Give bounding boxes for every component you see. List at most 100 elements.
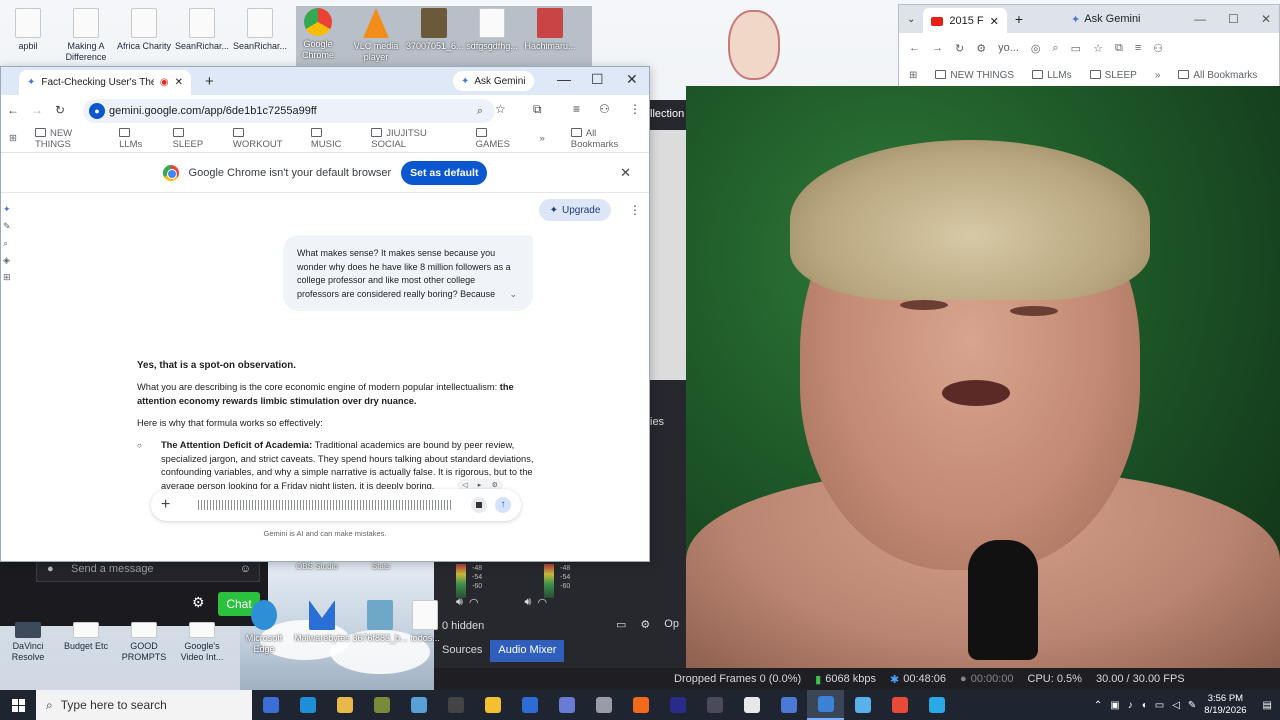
bookmark-folder[interactable]: MUSIC <box>310 127 353 150</box>
desktop-icon[interactable]: 37007051_6... <box>406 4 464 63</box>
new-chat-icon[interactable]: ✎ <box>3 218 13 235</box>
volume-icon[interactable]: 🔊︎ <box>456 596 463 609</box>
taskbar-app-icon[interactable] <box>844 690 881 720</box>
bookmark-folder[interactable]: JIUJITSU SOCIAL <box>371 127 457 150</box>
taskbar-app-icon[interactable] <box>733 690 770 720</box>
taskbar-app-icon[interactable] <box>585 690 622 720</box>
tab-active[interactable]: ✦ Fact-Checking User's Theor ◉ ✕ <box>19 70 191 95</box>
tab-sources[interactable]: Sources <box>434 640 490 662</box>
volume-icon[interactable]: 🔊︎ <box>525 596 532 609</box>
reload-icon[interactable]: ↻ <box>55 103 65 117</box>
lens-icon[interactable]: ◎ <box>1031 42 1041 55</box>
taskbar-app-icon[interactable] <box>881 690 918 720</box>
taskbar-app-icon[interactable] <box>363 690 400 720</box>
taskbar-app-icon[interactable] <box>252 690 289 720</box>
desktop-icon-edge[interactable]: Microsoft Edge <box>236 596 292 655</box>
ask-gemini-button[interactable]: ✦ Ask Gemini <box>1071 13 1140 26</box>
taskbar-app-icon[interactable] <box>326 690 363 720</box>
emoji-icon[interactable]: ☺ <box>240 563 251 575</box>
speaker-icon[interactable]: ◁ <box>462 481 467 489</box>
headphones-icon[interactable]: ◠ <box>469 596 479 609</box>
media-icon[interactable]: ≡ <box>1135 42 1141 54</box>
bookmark-folder[interactable]: LLMs <box>1032 69 1072 81</box>
mic-icon[interactable]: ◖ <box>1141 700 1147 711</box>
zoom-icon[interactable]: ⌕ <box>477 105 483 118</box>
address-bar[interactable]: ● gemini.google.com/app/6de1b1c7255a99ff… <box>83 99 495 123</box>
taskbar-app-icon[interactable] <box>918 690 955 720</box>
profile-icon[interactable]: ⚇ <box>599 102 610 116</box>
send-icon[interactable]: ↑ <box>495 497 511 513</box>
speaker-icon[interactable]: ◁ <box>1172 700 1180 711</box>
tab-video[interactable]: 2015 F ✕ <box>923 8 1007 34</box>
layout-icon[interactable]: ▭ <box>616 618 626 631</box>
desktop-icon[interactable]: Google's Video Int... <box>174 622 230 663</box>
media-control-icon[interactable]: ≡ <box>573 102 580 116</box>
apps-icon[interactable]: ⊞ <box>3 269 13 286</box>
forward-icon[interactable]: → <box>932 42 943 54</box>
desktop-icon[interactable]: todos... <box>410 596 440 655</box>
more-bookmarks-icon[interactable]: » <box>1155 70 1161 81</box>
bookmark-folder[interactable]: NEW THINGS <box>935 69 1014 81</box>
desktop-icon[interactable]: SeanRichar... <box>174 4 230 63</box>
pause-icon[interactable]: ▸ <box>478 481 482 489</box>
pen-icon[interactable]: ✎ <box>1188 700 1196 711</box>
taskbar-app-icon[interactable] <box>437 690 474 720</box>
apps-icon[interactable]: ⊞ <box>909 70 917 81</box>
more-bookmarks-icon[interactable]: » <box>539 133 544 144</box>
close-tab-icon[interactable]: ✕ <box>175 77 183 88</box>
cast-icon[interactable]: ▭ <box>1071 42 1081 55</box>
desktop-icon[interactable]: Making A Difference <box>58 4 114 63</box>
tab-audio-mixer[interactable]: Audio Mixer <box>490 640 565 662</box>
desktop-icon-vlc[interactable]: VLC media player <box>348 4 404 63</box>
desktop-icon[interactable]: sdfgsgdfhg... <box>464 4 520 63</box>
taskbar-app-icon[interactable] <box>622 690 659 720</box>
taskbar-app-icon[interactable] <box>770 690 807 720</box>
gemini-spark-icon[interactable]: ✦ <box>3 201 13 218</box>
minimize-icon[interactable]: — <box>1194 12 1206 26</box>
bookmark-folder[interactable]: LLMs <box>119 127 154 150</box>
bookmark-folder[interactable]: NEW THINGS <box>34 127 105 150</box>
desktop-icon-malwarebytes[interactable]: Malwarebytes <box>294 596 350 655</box>
maximize-icon[interactable]: ☐ <box>1228 12 1239 26</box>
taskbar-app-icon[interactable] <box>548 690 585 720</box>
forward-icon[interactable]: → <box>31 103 43 117</box>
settings-icon[interactable]: ⚙ <box>492 481 498 489</box>
set-as-default-button[interactable]: Set as default <box>401 160 488 185</box>
taskbar-app-icon[interactable] <box>289 690 326 720</box>
clock[interactable]: 3:56 PM 8/19/2026 <box>1204 693 1246 717</box>
maximize-icon[interactable]: ☐ <box>591 71 604 88</box>
bookmark-star-icon[interactable]: ☆ <box>495 102 506 116</box>
all-bookmarks[interactable]: All Bookmarks <box>570 127 641 150</box>
bookmark-folder[interactable]: WORKOUT <box>232 127 293 150</box>
settings-icon[interactable]: ⚙ <box>640 618 650 631</box>
desktop-icon[interactable]: apbil <box>0 4 56 63</box>
network-icon[interactable]: ▣ <box>1110 700 1119 711</box>
zoom-icon[interactable]: ⌕ <box>1053 42 1059 55</box>
more-options-icon[interactable]: ⋮ <box>629 203 641 217</box>
volume-icon[interactable]: ♪ <box>1128 700 1133 711</box>
taskbar-app-icon[interactable] <box>659 690 696 720</box>
taskbar-search[interactable]: ⌕ Type here to search <box>36 690 252 720</box>
close-tab-icon[interactable]: ✕ <box>990 15 999 28</box>
chat-settings-icon[interactable]: ⚙ <box>192 594 205 611</box>
desktop-icon[interactable]: Budget Etc <box>58 622 114 663</box>
all-bookmarks[interactable]: All Bookmarks <box>1178 69 1257 81</box>
taskbar-app-icon[interactable] <box>807 690 844 720</box>
bookmark-star-icon[interactable]: ☆ <box>1093 42 1103 55</box>
desktop-icon[interactable]: Hachimaru... <box>522 4 578 63</box>
desktop-icon[interactable]: GOOD PROMPTS <box>116 622 172 663</box>
close-icon[interactable]: ✕ <box>1261 12 1271 26</box>
site-info-icon[interactable]: ⚙ <box>976 42 986 55</box>
stop-recording-icon[interactable] <box>471 497 487 513</box>
bookmark-folder[interactable]: GAMES <box>475 127 522 150</box>
close-infobar-icon[interactable]: ✕ <box>620 165 631 181</box>
add-icon[interactable]: + <box>161 496 170 514</box>
taskbar-app-icon[interactable] <box>696 690 733 720</box>
desktop-icon-chrome[interactable]: Google Chrome <box>290 4 346 63</box>
expand-chevron-icon[interactable]: ⌄ <box>509 288 517 302</box>
start-button[interactable] <box>0 690 36 720</box>
bookmark-folder[interactable]: SLEEP <box>1089 69 1137 81</box>
bookmark-folder[interactable]: SLEEP <box>172 127 215 150</box>
desktop-icon[interactable]: Africa Charity <box>116 4 172 63</box>
tab-search-icon[interactable]: ⌄ <box>907 14 915 25</box>
